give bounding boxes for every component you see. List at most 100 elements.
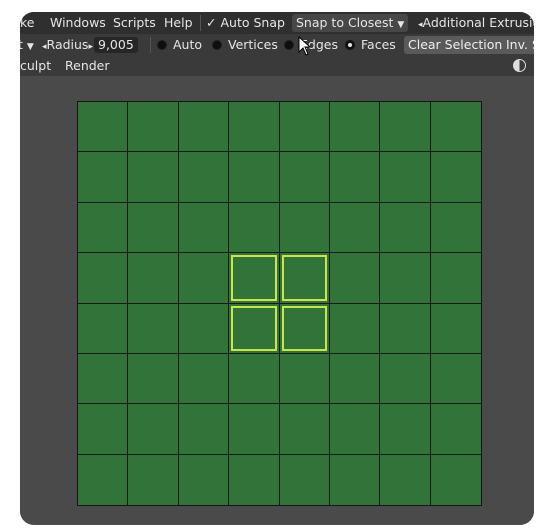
mesh-face[interactable] xyxy=(128,454,179,505)
mesh-face[interactable] xyxy=(78,253,129,304)
partial-dropdown[interactable]: t ▼ xyxy=(20,34,34,58)
tool-options-bar: t ▼ ◂Radius▸ 9,005 Auto Vertices Edges F… xyxy=(20,34,534,56)
invert-selection-button[interactable]: Inv. S xyxy=(502,36,534,54)
mesh-face[interactable] xyxy=(178,404,230,455)
menu-item-windows[interactable]: Windows xyxy=(50,12,106,34)
mesh-face-selected[interactable] xyxy=(279,303,330,354)
contrast-icon[interactable] xyxy=(513,59,526,72)
snap-mode-dropdown[interactable]: Snap to Closest ▼ xyxy=(292,14,409,32)
mesh-face-selected[interactable] xyxy=(229,253,280,304)
mesh-face[interactable] xyxy=(430,202,481,254)
mouse-cursor-icon xyxy=(298,36,312,56)
mesh-face[interactable] xyxy=(178,454,230,505)
mesh-face[interactable] xyxy=(380,202,431,254)
radio-vertices[interactable] xyxy=(212,40,222,50)
mesh-face[interactable] xyxy=(78,404,129,455)
partial-dropdown-label: t xyxy=(20,37,23,52)
mesh-face[interactable] xyxy=(430,253,481,304)
mesh-face[interactable] xyxy=(78,152,129,203)
radius-label-text: Radius xyxy=(46,37,89,52)
mesh-face[interactable] xyxy=(128,202,179,254)
mesh-face[interactable] xyxy=(430,102,481,153)
menu-item-help[interactable]: Help xyxy=(164,12,193,34)
radio-auto-label[interactable]: Auto xyxy=(173,34,202,56)
auto-snap-label: Auto Snap xyxy=(220,15,285,30)
mesh-face[interactable] xyxy=(329,353,381,405)
mesh-face[interactable] xyxy=(78,454,129,505)
radio-edges[interactable] xyxy=(284,40,294,50)
checkmark-icon: ✓ xyxy=(206,15,217,30)
mesh-face[interactable] xyxy=(329,202,381,254)
mesh-face[interactable] xyxy=(329,253,381,304)
mesh-face[interactable] xyxy=(229,102,280,153)
mesh-face[interactable] xyxy=(178,353,230,405)
mesh-face[interactable] xyxy=(229,454,280,505)
mesh-face[interactable] xyxy=(178,253,230,304)
mesh-face[interactable] xyxy=(329,454,381,505)
3d-viewport[interactable] xyxy=(20,76,534,525)
mesh-face[interactable] xyxy=(430,404,481,455)
mesh-face[interactable] xyxy=(128,353,179,405)
small-arrow-icon: ▸ xyxy=(88,42,93,52)
mesh-face[interactable] xyxy=(178,102,230,153)
mesh-face[interactable] xyxy=(78,102,129,153)
mesh-face[interactable] xyxy=(380,253,431,304)
radio-vertices-label[interactable]: Vertices xyxy=(228,34,278,56)
auto-snap-checkbox[interactable]: ✓ Auto Snap xyxy=(206,12,285,34)
mode-tab-sculpt[interactable]: culpt xyxy=(20,56,51,76)
radius-label: ◂Radius▸ xyxy=(42,34,93,58)
mesh-face[interactable] xyxy=(78,202,129,254)
menu-item-scripts[interactable]: Scripts xyxy=(113,12,156,34)
radius-input[interactable]: 9,005 xyxy=(94,37,138,53)
mesh-face-selected[interactable] xyxy=(229,303,280,354)
menu-item-make[interactable]: ke xyxy=(20,12,34,34)
mesh-face[interactable] xyxy=(279,404,330,455)
additional-extrusion-button[interactable]: ◂Additional Extrusio xyxy=(418,12,534,36)
mesh-face[interactable] xyxy=(128,404,179,455)
radio-auto[interactable] xyxy=(157,40,167,50)
mesh-face[interactable] xyxy=(329,404,381,455)
mesh-face[interactable] xyxy=(380,303,431,354)
mesh-face[interactable] xyxy=(380,353,431,405)
mesh-face[interactable] xyxy=(329,102,381,153)
mesh-face[interactable] xyxy=(178,152,230,203)
mesh-face[interactable] xyxy=(279,152,330,203)
snap-mode-value: Snap to Closest xyxy=(296,15,394,30)
mesh-face[interactable] xyxy=(128,102,179,153)
mesh-grid[interactable] xyxy=(77,101,482,506)
mesh-face[interactable] xyxy=(128,152,179,203)
mesh-face[interactable] xyxy=(178,303,230,354)
menu-separator xyxy=(200,15,201,31)
mesh-face[interactable] xyxy=(178,202,230,254)
mesh-face[interactable] xyxy=(279,202,330,254)
mesh-face[interactable] xyxy=(329,303,381,354)
mesh-face[interactable] xyxy=(279,102,330,153)
mesh-face[interactable] xyxy=(430,454,481,505)
mesh-face[interactable] xyxy=(279,353,330,405)
mesh-face[interactable] xyxy=(78,353,129,405)
mesh-face[interactable] xyxy=(380,404,431,455)
chevron-down-icon: ▼ xyxy=(397,20,405,30)
mesh-face[interactable] xyxy=(430,152,481,203)
mesh-face[interactable] xyxy=(380,454,431,505)
mesh-face[interactable] xyxy=(430,303,481,354)
mesh-face[interactable] xyxy=(279,454,330,505)
mesh-face[interactable] xyxy=(128,253,179,304)
mesh-face[interactable] xyxy=(380,152,431,203)
mesh-face[interactable] xyxy=(229,202,280,254)
clear-selection-button[interactable]: Clear Selection xyxy=(404,36,507,54)
mesh-face[interactable] xyxy=(380,102,431,153)
mesh-face[interactable] xyxy=(329,152,381,203)
mesh-face-selected[interactable] xyxy=(279,253,330,304)
radio-faces-label[interactable]: Faces xyxy=(361,34,396,56)
menu-bar: ke Windows Scripts Help ✓ Auto Snap Snap… xyxy=(20,12,534,34)
mesh-face[interactable] xyxy=(229,152,280,203)
mesh-face[interactable] xyxy=(430,353,481,405)
mesh-face[interactable] xyxy=(128,303,179,354)
mesh-face[interactable] xyxy=(229,353,280,405)
mesh-face[interactable] xyxy=(78,303,129,354)
additional-extrusion-label: Additional Extrusio xyxy=(422,15,534,30)
radio-faces[interactable] xyxy=(345,40,355,50)
mode-tab-render[interactable]: Render xyxy=(65,56,110,76)
mesh-face[interactable] xyxy=(229,404,280,455)
